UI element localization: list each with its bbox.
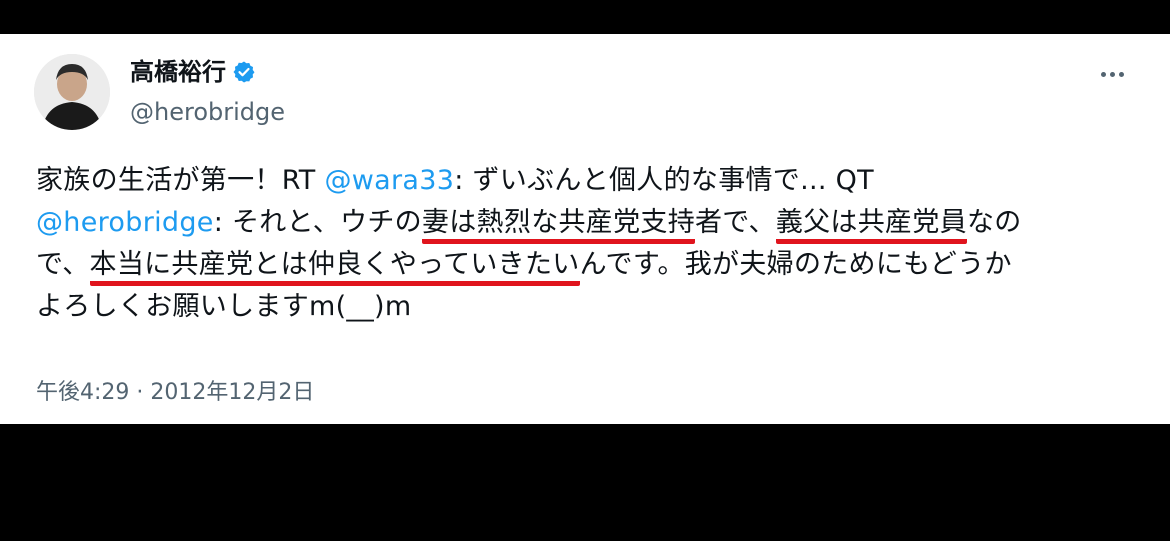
text-segment: んです。我が夫婦のためにもどうか — [579, 249, 1012, 280]
more-icon-dot — [1118, 71, 1124, 77]
text-segment: 者で、 — [695, 207, 776, 238]
mention-link[interactable]: @wara33 — [324, 165, 454, 196]
more-icon-dot — [1109, 71, 1115, 77]
tweet-line: よろしくお願いしますm(__)m — [36, 286, 1136, 328]
text-segment: なの — [966, 207, 1022, 238]
bottom-black-bar — [0, 424, 1170, 541]
text-segment: : それと、ウチの — [213, 207, 422, 238]
tweet-card: 高橋裕行 @herobridge 家族の生活が第一！RT @wara33: ずい… — [0, 34, 1170, 424]
text-segment: 家族の生活が第一！RT — [36, 165, 325, 196]
avatar-image — [34, 54, 110, 130]
display-name[interactable]: 高橋裕行 — [130, 57, 256, 87]
tweet-line: で、本当に共産党とは仲良くやっていきたいんです。我が夫婦のためにもどうか — [36, 244, 1136, 286]
top-black-bar — [0, 0, 1170, 34]
underlined-text: 妻は熱烈な共産党支持 — [422, 207, 695, 244]
more-options-button[interactable] — [1094, 64, 1130, 84]
mention-link[interactable]: @herobridge — [36, 207, 214, 238]
screenshot-stage: 高橋裕行 @herobridge 家族の生活が第一！RT @wara33: ずい… — [0, 0, 1170, 541]
avatar[interactable] — [34, 54, 110, 130]
underlined-text: 義父は共産党員 — [775, 207, 967, 244]
tweet-timestamp[interactable]: 午後4:29 · 2012年12月2日 — [36, 378, 314, 408]
tweet-line: 家族の生活が第一！RT @wara33: ずいぶんと個人的な事情で... QT — [36, 160, 1136, 202]
text-segment: よろしくお願いしますm(__)m — [36, 291, 412, 322]
text-segment: : ずいぶんと個人的な事情で... QT — [454, 165, 874, 196]
tweet-text: 家族の生活が第一！RT @wara33: ずいぶんと個人的な事情で... QT … — [36, 160, 1136, 328]
underlined-text: 本当に共産党とは仲良くやっていきたい — [89, 249, 580, 286]
display-name-text: 高橋裕行 — [130, 58, 226, 86]
more-icon-dot — [1100, 71, 1106, 77]
verified-badge-icon — [232, 60, 256, 84]
text-segment: で、 — [36, 249, 90, 280]
tweet-line: @herobridge: それと、ウチの妻は熱烈な共産党支持者で、義父は共産党員… — [36, 202, 1136, 244]
user-handle[interactable]: @herobridge — [130, 97, 285, 127]
